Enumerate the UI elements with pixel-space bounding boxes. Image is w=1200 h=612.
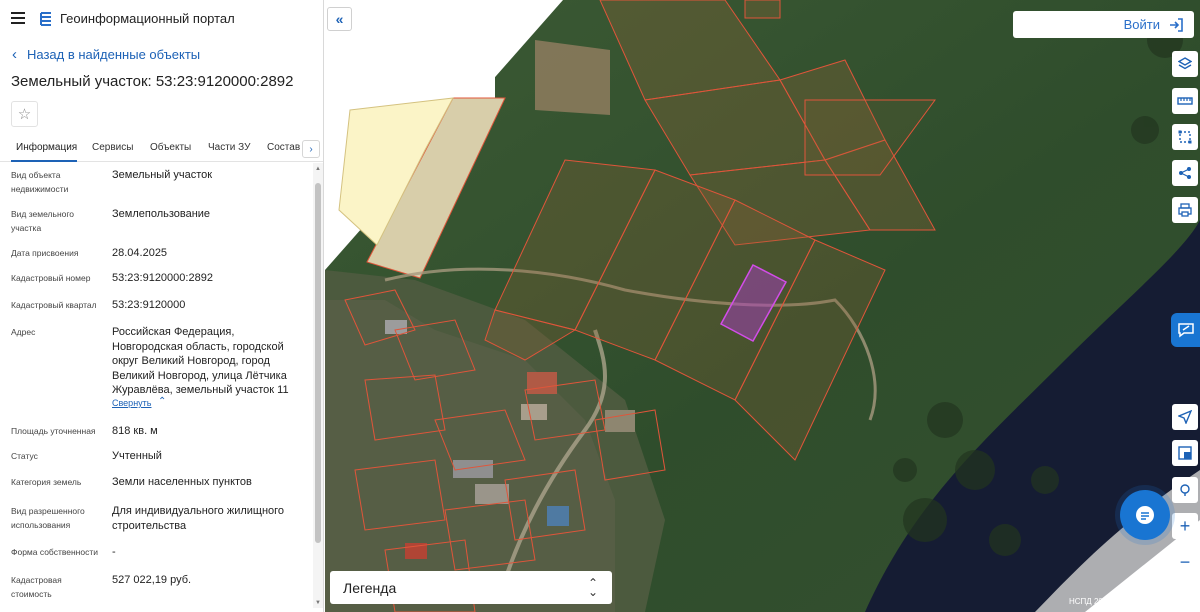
chevron-up-icon[interactable]: ⌃ — [158, 396, 166, 407]
ruler-button[interactable] — [1172, 88, 1198, 114]
double-chevron-left-icon: « — [335, 11, 344, 27]
property-value: Земли населенных пунктов — [112, 476, 252, 488]
scroll-down-icon[interactable]: ▼ — [315, 600, 321, 606]
share-button[interactable] — [1172, 160, 1198, 186]
property-key: Дата присвоения — [11, 248, 79, 258]
print-button[interactable] — [1172, 197, 1198, 223]
chat-button[interactable] — [1120, 490, 1170, 540]
minimap-icon — [1178, 446, 1192, 460]
geolocation-button[interactable] — [1172, 404, 1198, 430]
tab-composition[interactable]: Состав — [267, 142, 300, 153]
minus-icon: − — [1179, 552, 1191, 572]
property-key: Адрес — [11, 327, 36, 337]
login-icon — [1170, 17, 1183, 32]
map-view[interactable]: « Войти + − Легенда ⌃ ⌄ НСПД 2026 © 20 m — [325, 0, 1200, 612]
property-key: Вид земельного участка — [11, 209, 75, 233]
property-value: Учтенный — [112, 450, 162, 462]
plus-icon: + — [1179, 516, 1191, 536]
collapse-panel-button[interactable]: « — [327, 7, 352, 31]
print-icon — [1178, 203, 1192, 217]
portal-logo-icon — [40, 12, 51, 26]
property-key: Форма собственности — [11, 547, 98, 557]
property-value: Для индивидуального жилищного строительс… — [112, 505, 285, 532]
tabs-scroll-right-button[interactable]: › — [302, 140, 320, 158]
select-area-button[interactable] — [1172, 124, 1198, 150]
property-value: Земельный участок — [112, 169, 213, 181]
map-scale: 20 m — [1153, 597, 1191, 607]
properties-list: Вид объекта недвижимости Земельный участ… — [0, 163, 312, 608]
property-key: Категория земель — [11, 477, 82, 487]
login-button[interactable]: Войти — [1013, 11, 1194, 38]
menu-icon[interactable] — [11, 12, 25, 24]
property-value: 28.04.2025 — [112, 247, 168, 259]
info-panel: Геоинформационный портал ‹ Назад в найде… — [0, 0, 324, 612]
select-area-icon — [1178, 130, 1192, 144]
navigation-arrow-icon — [1178, 410, 1192, 424]
feedback-button[interactable] — [1171, 313, 1200, 347]
tab-bar: Информация Сервисы Объекты Части ЗУ Сост… — [0, 136, 323, 162]
property-key: Кадастровый номер — [11, 273, 91, 283]
satellite-imagery — [325, 0, 1200, 612]
layers-button[interactable] — [1172, 51, 1198, 77]
property-key: Вид объекта недвижимости — [11, 170, 69, 194]
active-tab-indicator — [11, 160, 77, 162]
location-pin-icon — [1180, 484, 1190, 496]
object-title: Земельный участок: 53:23:9120000:2892 — [11, 73, 294, 90]
zoom-in-button[interactable]: + — [1172, 513, 1198, 539]
tab-services[interactable]: Сервисы — [92, 142, 133, 153]
top-bar: Геоинформационный портал — [0, 0, 323, 38]
legend-label: Легенда — [343, 579, 397, 596]
property-value: 53:23:9120000 — [112, 299, 186, 311]
scroll-up-icon[interactable]: ▲ — [315, 166, 321, 172]
app-title: Геоинформационный портал — [60, 11, 235, 26]
property-key: Вид разрешенного использования — [11, 506, 85, 530]
message-icon — [1136, 506, 1154, 524]
property-value: Российская Федерация, Новгородская облас… — [112, 326, 289, 396]
collapse-address-link[interactable]: Свернуть — [112, 398, 151, 408]
copyright-text: НСПД 2026 © — [1069, 597, 1120, 606]
location-pin-button[interactable] — [1172, 477, 1198, 503]
property-key: Кадастровый квартал — [11, 300, 97, 310]
login-label: Войти — [1123, 17, 1160, 32]
minimap-button[interactable] — [1172, 440, 1198, 466]
legend-dropdown[interactable]: Легенда ⌃ ⌄ — [330, 571, 612, 604]
scrollbar-thumb[interactable] — [315, 183, 321, 543]
property-key: Площадь уточненная — [11, 426, 96, 436]
property-key: Кадастровая стоимость — [11, 575, 62, 599]
tab-objects[interactable]: Объекты — [150, 142, 191, 153]
property-value: Землепользование — [112, 208, 211, 220]
property-key: Статус — [11, 451, 38, 461]
panel-scrollbar[interactable]: ▲ ▼ — [313, 163, 323, 608]
zoom-out-button[interactable]: − — [1172, 549, 1198, 575]
property-value: 53:23:9120000:2892 — [112, 272, 213, 284]
star-icon: ☆ — [17, 106, 32, 123]
chevron-left-icon: ‹ — [12, 46, 17, 63]
expand-collapse-icon: ⌃ ⌄ — [587, 576, 598, 599]
property-value: 818 кв. м — [112, 425, 158, 437]
favorite-button[interactable]: ☆ — [11, 101, 38, 127]
share-icon — [1179, 167, 1191, 179]
ruler-icon — [1177, 97, 1193, 105]
property-value: 527 022,19 руб. — [112, 574, 192, 586]
chevron-right-icon: › — [309, 143, 313, 155]
back-link-label: Назад в найденные объекты — [27, 47, 201, 62]
back-link[interactable]: ‹ Назад в найденные объекты — [12, 47, 200, 62]
layers-icon — [1178, 57, 1192, 70]
tab-information[interactable]: Информация — [16, 142, 77, 153]
tab-parts[interactable]: Части ЗУ — [208, 142, 250, 153]
property-value: - — [112, 546, 116, 558]
chat-bubble-icon — [1177, 323, 1194, 338]
